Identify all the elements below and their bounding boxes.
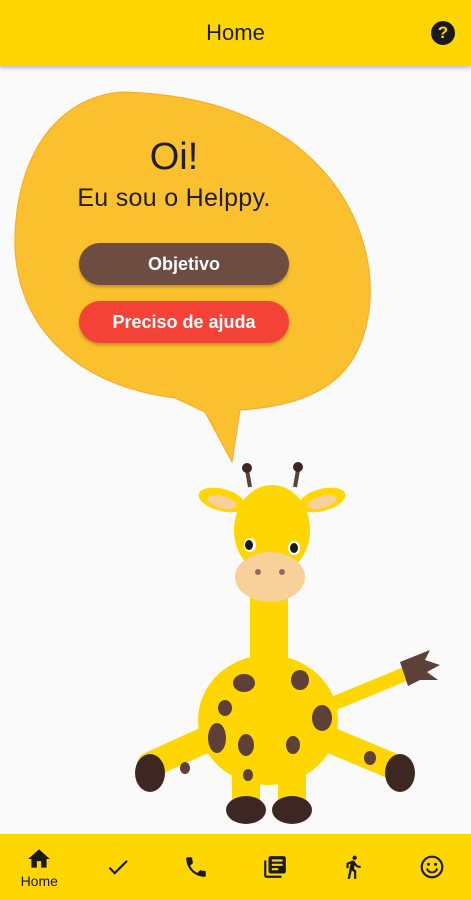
greeting-text: Oi! [149, 136, 199, 178]
nav-phone[interactable] [166, 834, 226, 900]
objective-button[interactable]: Objetivo [79, 243, 289, 285]
app-bar: Home ? [0, 0, 471, 66]
help-circle-icon[interactable]: ? [431, 21, 455, 45]
intro-text: Eu sou o Helppy. [77, 184, 271, 212]
bottom-navigation: Home [0, 834, 471, 900]
library-icon [263, 856, 286, 878]
phone-icon [186, 857, 206, 877]
need-help-button[interactable]: Preciso de ajuda [79, 301, 289, 343]
home-icon [28, 848, 51, 868]
nav-check[interactable] [88, 834, 148, 900]
nav-home[interactable]: Home [9, 834, 69, 900]
nav-smiley[interactable] [402, 834, 462, 900]
nav-library[interactable] [245, 834, 305, 900]
nav-home-label: Home [20, 872, 58, 889]
page-title: Home [206, 20, 265, 45]
walk-icon [346, 855, 361, 879]
giraffe-mascot [135, 462, 440, 824]
nav-walk[interactable] [323, 834, 383, 900]
smiley-icon [420, 855, 444, 879]
check-icon [108, 860, 128, 875]
